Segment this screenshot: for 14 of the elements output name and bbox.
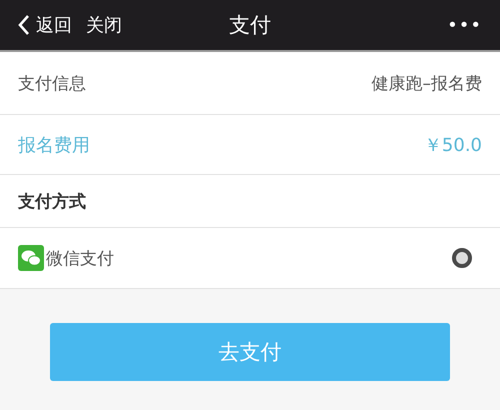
row-value: 健康跑–报名费 [372,72,482,94]
row-label: 支付信息 [18,72,86,94]
close-button[interactable]: 关闭 [86,13,122,37]
price-value: ￥50.0 [424,134,482,156]
back-icon [18,14,30,36]
more-button[interactable]: ••• [447,14,482,36]
row-label: 报名费用 [18,134,90,156]
back-button[interactable]: 返回 [18,13,72,37]
page-title: 支付 [228,12,272,39]
section-heading: 支付方式 [18,190,86,212]
chat-bubbles-icon [18,245,44,271]
radio-button[interactable] [452,248,472,268]
payment-label: 微信支付 [46,248,114,270]
payment-option[interactable]: 微信支付 [0,228,500,289]
